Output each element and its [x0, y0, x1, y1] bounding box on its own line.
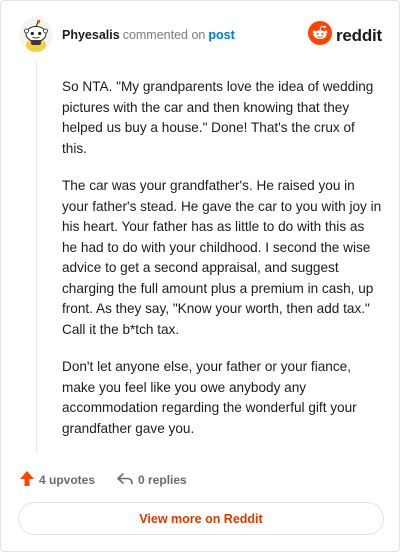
reply-count: 0 replies [138, 473, 187, 487]
commented-on-label: commented on [122, 28, 206, 42]
comment-paragraph: So NTA. "My grandparents love the idea o… [62, 79, 374, 156]
reddit-brand[interactable]: reddit [307, 21, 382, 50]
upvote-arrow-icon [19, 470, 35, 490]
embedded-comment-card: Phyesalis commented on post reddit So NTA.… [0, 0, 400, 552]
comment-body: So NTA. "My grandparents love the idea o… [62, 77, 382, 456]
comment-meta: Phyesalis commented on post [62, 27, 235, 43]
upvote-button[interactable]: 4 upvotes [19, 470, 95, 490]
comment-paragraph: Don't let anyone else, your father or yo… [62, 359, 357, 436]
reply-arrow-icon [116, 471, 134, 490]
username-link[interactable]: Phyesalis [62, 28, 120, 42]
reddit-wordmark: reddit [335, 25, 382, 45]
reddit-logo-icon [307, 21, 332, 50]
comment-actions: 4 upvotes 0 replies [19, 470, 187, 490]
comment-paragraph: The car was your grandfather's. He raise… [62, 178, 382, 337]
reply-button[interactable]: 0 replies [116, 471, 187, 490]
snoo-avatar-icon[interactable] [19, 18, 53, 52]
thread-line [36, 61, 37, 453]
post-link[interactable]: post [208, 28, 234, 42]
upvote-count: 4 upvotes [39, 473, 96, 487]
view-more-button[interactable]: View more on Reddit [18, 502, 384, 535]
